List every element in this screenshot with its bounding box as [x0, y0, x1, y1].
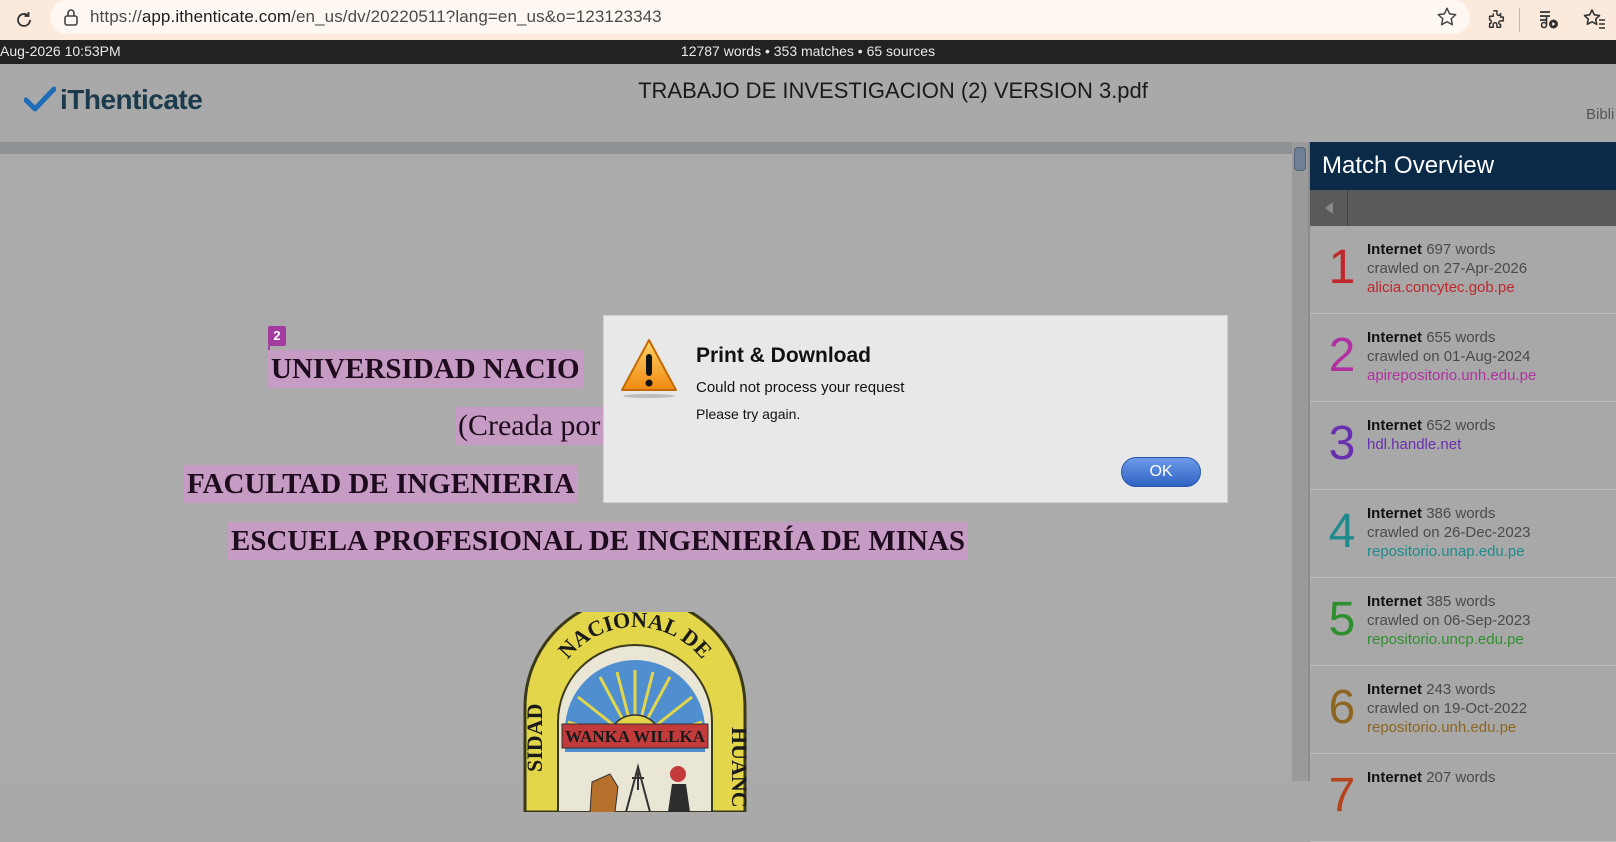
- match-crawled-date: crawled on 01-Aug-2024: [1367, 348, 1531, 365]
- match-number: 5: [1328, 593, 1356, 646]
- match-source-item[interactable]: 6 Internet 243 words crawled on 19-Oct-202…: [1310, 666, 1616, 754]
- dialog-submessage: Please try again.: [696, 406, 801, 422]
- ok-button[interactable]: OK: [1121, 457, 1201, 487]
- lock-icon[interactable]: [60, 6, 82, 28]
- match-words: 385 words: [1426, 593, 1496, 610]
- match-overview-title: Match Overview: [1310, 142, 1616, 190]
- match-info: Internet 697 words crawled on 27-Apr-2026…: [1367, 240, 1527, 297]
- match-type: Internet: [1367, 505, 1423, 522]
- match-number: 7: [1328, 769, 1356, 822]
- match-source-item[interactable]: 4 Internet 386 words crawled on 26-Dec-202…: [1310, 490, 1616, 578]
- match-number: 1: [1328, 241, 1356, 294]
- match-marker[interactable]: 2: [268, 326, 286, 346]
- university-seal: WANKA WILLKA NACIONAL DE SIDAD HUANC: [520, 595, 752, 814]
- match-type: Internet: [1367, 769, 1423, 786]
- favorites-icon[interactable]: [1580, 4, 1608, 34]
- match-type: Internet: [1367, 593, 1423, 610]
- match-words: 697 words: [1426, 241, 1496, 258]
- url-text[interactable]: https://app.ithenticate.com/en_us/dv/202…: [90, 7, 662, 27]
- match-source-link[interactable]: hdl.handle.net: [1367, 435, 1495, 454]
- match-type: Internet: [1367, 681, 1423, 698]
- address-bar[interactable]: https://app.ithenticate.com/en_us/dv/202…: [50, 0, 1470, 34]
- match-info: Internet 385 words crawled on 06-Sep-2023…: [1367, 592, 1530, 649]
- match-source-link[interactable]: apirepositorio.unh.edu.pe: [1367, 366, 1536, 385]
- match-words: 243 words: [1426, 681, 1496, 698]
- media-icon[interactable]: [1534, 4, 1562, 34]
- dialog-message: Could not process your request: [696, 379, 905, 396]
- bibliography-toggle[interactable]: Bibli: [1586, 106, 1614, 123]
- document-line[interactable]: FACULTAD DE INGENIERIA: [184, 465, 578, 503]
- star-icon[interactable]: [1434, 4, 1460, 30]
- match-overview-panel: Match Overview 1 Internet 697 words crawle…: [1308, 142, 1616, 842]
- svg-text:WANKA WILLKA: WANKA WILLKA: [565, 727, 706, 746]
- match-type: Internet: [1367, 329, 1423, 346]
- match-source-item[interactable]: 2 Internet 655 words crawled on 01-Aug-202…: [1310, 314, 1616, 402]
- print-download-dialog: Print & Download Could not process your …: [603, 315, 1228, 503]
- match-crawled-date: crawled on 19-Oct-2022: [1367, 700, 1528, 717]
- match-words: 655 words: [1426, 329, 1496, 346]
- match-words: 386 words: [1426, 505, 1496, 522]
- document-scrollbar[interactable]: [1292, 142, 1308, 781]
- warning-icon: [618, 336, 680, 398]
- match-number: 4: [1328, 505, 1356, 558]
- match-words: 207 words: [1426, 769, 1496, 786]
- match-info: Internet 652 words hdl.handle.net: [1367, 416, 1495, 454]
- status-bar: Aug-2026 10:53PM 12787 words • 353 match…: [0, 40, 1616, 64]
- match-source-link[interactable]: alicia.concytec.gob.pe: [1367, 278, 1527, 297]
- extensions-icon[interactable]: [1482, 4, 1510, 34]
- match-crawled-date: crawled on 27-Apr-2026: [1367, 260, 1528, 277]
- match-info: Internet 207 words: [1367, 768, 1495, 787]
- svg-text:SIDAD: SIDAD: [522, 704, 547, 772]
- document-line[interactable]: UNIVERSIDAD NACIO: [268, 350, 583, 388]
- match-source-item[interactable]: 7 Internet 207 words: [1310, 754, 1616, 842]
- document-toolbar: [0, 142, 1292, 154]
- match-crawled-date: crawled on 06-Sep-2023: [1367, 612, 1531, 629]
- back-arrow-icon[interactable]: [1310, 190, 1348, 226]
- match-crawled-date: crawled on 26-Dec-2023: [1367, 524, 1531, 541]
- document-line[interactable]: ESCUELA PROFESIONAL DE INGENIERÍA DE MIN…: [228, 522, 969, 560]
- match-source-item[interactable]: 5 Internet 385 words crawled on 06-Sep-202…: [1310, 578, 1616, 666]
- match-info: Internet 655 words crawled on 01-Aug-2024…: [1367, 328, 1536, 385]
- match-source-link[interactable]: repositorio.uncp.edu.pe: [1367, 630, 1530, 649]
- dialog-title: Print & Download: [696, 344, 871, 367]
- match-list: 1 Internet 697 words crawled on 27-Apr-202…: [1310, 226, 1616, 842]
- scrollbar-thumb[interactable]: [1294, 147, 1306, 171]
- match-number: 3: [1328, 417, 1356, 470]
- match-source-link[interactable]: repositorio.unap.edu.pe: [1367, 542, 1530, 561]
- app-header: iThenticate TRABAJO DE INVESTIGACION (2)…: [0, 64, 1616, 142]
- match-number: 6: [1328, 681, 1356, 734]
- svg-text:HUANC: HUANC: [727, 727, 750, 808]
- match-info: Internet 243 words crawled on 19-Oct-2022…: [1367, 680, 1527, 737]
- match-number: 2: [1328, 329, 1356, 382]
- match-overview-toolbar: [1310, 190, 1616, 226]
- match-source-item[interactable]: 1 Internet 697 words crawled on 27-Apr-202…: [1310, 226, 1616, 314]
- reload-icon[interactable]: [10, 6, 38, 34]
- match-source-link[interactable]: repositorio.unh.edu.pe: [1367, 718, 1527, 737]
- document-line[interactable]: (Creada por: [455, 407, 604, 445]
- report-summary: 12787 words • 353 matches • 65 sources: [680, 43, 936, 59]
- toolbar-divider: [1519, 8, 1520, 32]
- browser-toolbar: https://app.ithenticate.com/en_us/dv/202…: [0, 0, 1616, 40]
- match-source-item[interactable]: 3 Internet 652 words hdl.handle.net: [1310, 402, 1616, 490]
- document-title: TRABAJO DE INVESTIGACION (2) VERSION 3.p…: [638, 78, 1148, 103]
- match-type: Internet: [1367, 417, 1423, 434]
- match-info: Internet 386 words crawled on 26-Dec-2023…: [1367, 504, 1530, 561]
- match-words: 652 words: [1426, 417, 1496, 434]
- match-type: Internet: [1367, 241, 1423, 258]
